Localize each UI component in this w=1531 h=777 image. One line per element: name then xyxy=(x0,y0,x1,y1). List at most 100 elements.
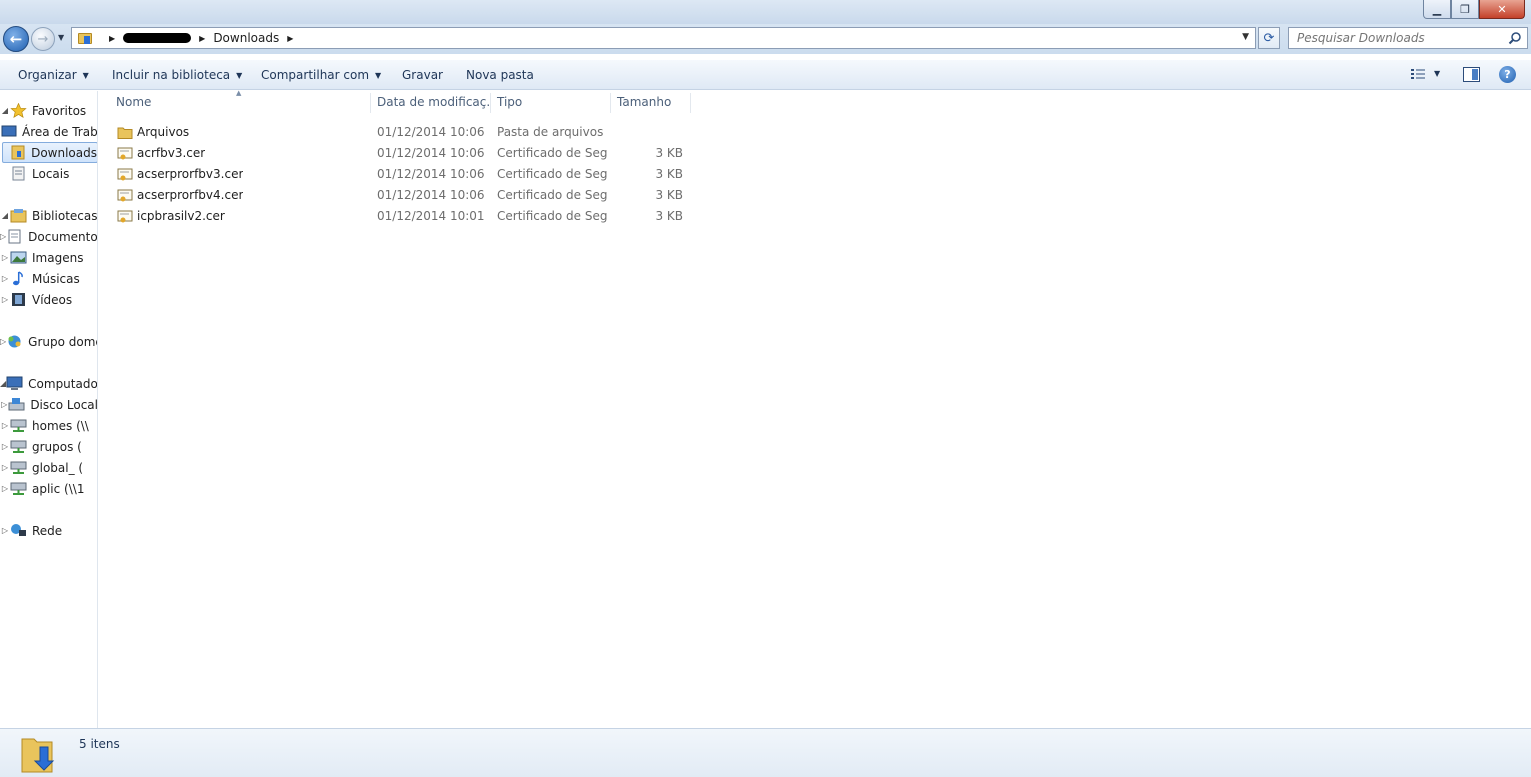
address-bar[interactable]: ▶ ▶ Downloads ▶ ▼ xyxy=(71,27,1256,49)
nav-item-favorites[interactable]: ◢ Favoritos xyxy=(0,100,97,121)
videos-icon xyxy=(12,293,25,306)
nav-item-downloads[interactable]: Downloads xyxy=(2,142,97,163)
file-name: icpbrasilv2.cer xyxy=(137,209,225,223)
preview-pane-icon[interactable] xyxy=(1463,67,1480,82)
nav-label: Bibliotecas xyxy=(32,208,98,223)
file-date: 01/12/2014 10:06 xyxy=(377,125,485,139)
nav-label: Disco Local xyxy=(30,397,98,412)
expand-icon[interactable]: ▷ xyxy=(0,526,10,535)
organize-label: Organizar xyxy=(18,68,77,82)
breadcrumb-redacted-user[interactable] xyxy=(123,33,192,43)
images-icon xyxy=(10,251,27,264)
nav-item-libraries[interactable]: ◢ Bibliotecas xyxy=(0,205,98,226)
expand-icon[interactable]: ▷ xyxy=(0,421,10,430)
file-row[interactable]: icpbrasilv2.cer 01/12/2014 10:01 Certifi… xyxy=(112,206,692,227)
view-options-dropdown[interactable]: ▼ xyxy=(1434,69,1440,78)
view-options-icon[interactable] xyxy=(1410,67,1426,81)
nav-item-places[interactable]: Locais xyxy=(0,163,97,184)
breadcrumb-separator-icon[interactable]: ▶ xyxy=(109,34,115,43)
nav-label: Área de Trabalho xyxy=(22,124,98,139)
title-bar: ▁ ❐ ✕ xyxy=(0,0,1531,24)
nav-item-desktop[interactable]: Área de Trabalho xyxy=(0,121,98,142)
status-bar: 5 itens xyxy=(0,728,1531,777)
music-icon xyxy=(13,271,23,286)
nav-label: Documentos xyxy=(28,229,98,244)
nav-item-global[interactable]: ▷ global_ ( xyxy=(0,457,97,478)
address-history-dropdown[interactable]: ▼ xyxy=(1242,32,1249,42)
column-header-name[interactable]: Nome xyxy=(110,95,370,113)
file-size: 3 KB xyxy=(655,146,683,160)
burn-button[interactable]: Gravar xyxy=(402,68,443,82)
share-with-button[interactable]: Compartilhar com ▼ xyxy=(261,68,381,82)
breadcrumb-separator-icon[interactable]: ▶ xyxy=(287,34,293,43)
forward-arrow-icon: → xyxy=(37,31,49,47)
network-icon xyxy=(11,524,26,536)
nav-item-aplic[interactable]: ▷ aplic (\\1 xyxy=(0,478,97,499)
column-divider[interactable] xyxy=(690,93,691,113)
recent-pages-dropdown[interactable]: ▼ xyxy=(58,33,64,42)
file-date: 01/12/2014 10:06 xyxy=(377,146,485,160)
nav-label: Vídeos xyxy=(32,292,73,307)
documents-icon xyxy=(8,229,21,244)
organize-button[interactable]: Organizar ▼ xyxy=(18,68,89,82)
expand-icon[interactable]: ▷ xyxy=(0,253,10,262)
nav-label: Imagens xyxy=(32,250,84,265)
libraries-icon xyxy=(10,209,27,223)
command-bar: Organizar ▼ Incluir na biblioteca ▼ Compar… xyxy=(0,60,1531,90)
maximize-button[interactable]: ❐ xyxy=(1451,0,1479,19)
nav-item-images[interactable]: ▷ Imagens xyxy=(0,247,97,268)
collapse-icon[interactable]: ◢ xyxy=(0,211,10,220)
nav-item-local-disk[interactable]: ▷ Disco Local xyxy=(0,394,98,415)
recent-places-icon xyxy=(12,166,25,181)
nav-item-videos[interactable]: ▷ Vídeos xyxy=(0,289,97,310)
nav-item-homegroup[interactable]: ▷ Grupo doméstico xyxy=(0,331,97,352)
nav-item-computer[interactable]: ◢ Computador xyxy=(0,373,98,394)
search-input[interactable] xyxy=(1289,31,1499,45)
folder-icon xyxy=(117,127,133,139)
column-header-date[interactable]: Data de modificaç... xyxy=(371,95,490,113)
nav-label: Computador xyxy=(28,376,98,391)
expand-icon[interactable]: ▷ xyxy=(0,484,10,493)
column-header-size[interactable]: Tamanho xyxy=(611,95,690,113)
file-row[interactable]: acrfbv3.cer 01/12/2014 10:06 Certificado… xyxy=(112,143,692,164)
forward-button[interactable]: → xyxy=(31,27,55,51)
computer-icon xyxy=(6,376,23,390)
minimize-button[interactable]: ▁ xyxy=(1423,0,1451,19)
nav-item-documents[interactable]: ▷ Documentos xyxy=(0,226,98,247)
file-type: Certificado de Seg... xyxy=(497,146,607,160)
nav-item-music[interactable]: ▷ Músicas xyxy=(0,268,97,289)
expand-icon[interactable]: ▷ xyxy=(0,295,10,304)
nav-item-homes[interactable]: ▷ homes (\\ xyxy=(0,415,97,436)
file-row[interactable]: Arquivos 01/12/2014 10:06 Pasta de arqui… xyxy=(112,122,692,143)
close-button[interactable]: ✕ xyxy=(1479,0,1525,19)
homegroup-icon xyxy=(8,335,21,348)
nav-label: Rede xyxy=(32,523,63,538)
file-row[interactable]: acserprorfbv3.cer 01/12/2014 10:06 Certi… xyxy=(112,164,692,185)
network-drive-icon xyxy=(10,419,27,432)
new-folder-button[interactable]: Nova pasta xyxy=(466,68,534,82)
expand-icon[interactable]: ▷ xyxy=(0,463,10,472)
file-row[interactable]: acserprorfbv4.cer 01/12/2014 10:06 Certi… xyxy=(112,185,692,206)
file-type: Pasta de arquivos xyxy=(497,125,604,139)
nav-item-grupos[interactable]: ▷ grupos ( xyxy=(0,436,97,457)
collapse-icon[interactable]: ◢ xyxy=(0,106,10,115)
help-icon[interactable]: ? xyxy=(1499,66,1516,83)
breadcrumb-current[interactable]: Downloads xyxy=(213,31,279,45)
expand-icon[interactable]: ▷ xyxy=(0,274,10,283)
share-with-label: Compartilhar com xyxy=(261,68,370,82)
nav-item-network[interactable]: ▷ Rede xyxy=(0,520,97,541)
include-library-button[interactable]: Incluir na biblioteca ▼ xyxy=(112,68,242,82)
refresh-button[interactable]: ⟳ xyxy=(1258,27,1280,49)
nav-label: Favoritos xyxy=(32,103,87,118)
star-icon xyxy=(10,103,27,118)
search-box[interactable] xyxy=(1288,27,1528,49)
expand-icon[interactable]: ▷ xyxy=(0,442,10,451)
back-button[interactable]: ← xyxy=(3,26,29,52)
nav-label: Grupo doméstico xyxy=(28,334,97,349)
column-header-type[interactable]: Tipo xyxy=(491,95,610,113)
certificate-icon xyxy=(117,168,133,181)
breadcrumb-separator-icon[interactable]: ▶ xyxy=(199,34,205,43)
expand-icon[interactable]: ▷ xyxy=(0,400,8,409)
file-type: Certificado de Seg... xyxy=(497,188,607,202)
search-icon[interactable] xyxy=(1508,31,1522,45)
